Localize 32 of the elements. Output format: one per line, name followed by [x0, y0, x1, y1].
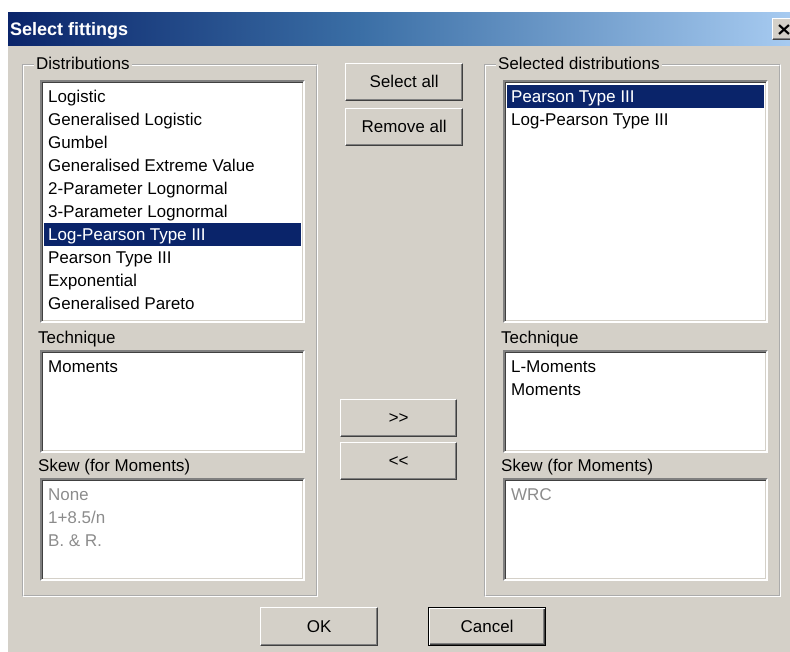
list-item[interactable]: Log-Pearson Type III [44, 223, 301, 246]
field-label: Technique [38, 328, 117, 348]
list-item[interactable]: 3-Parameter Lognormal [44, 200, 301, 223]
action-button[interactable]: << [340, 442, 457, 480]
field-label: Skew (for Moments) [38, 456, 192, 476]
list-box[interactable]: Logistic Generalised Logistic Gumbel Generalised Extreme Value 2-Parameter Lognormal 3-Parameter Lognormal Log-Pearson Type III Pearson Type III Exponential Generalised Pareto [40, 80, 305, 323]
action-button[interactable]: >> [340, 399, 457, 437]
list-item[interactable]: Log-Pearson Type III [507, 108, 764, 131]
close-icon [778, 24, 790, 34]
list-box[interactable]: L-Moments Moments [503, 350, 768, 453]
list-item[interactable]: Generalised Extreme Value [44, 154, 301, 177]
list-item[interactable]: Generalised Logistic [44, 108, 301, 131]
field-label: Skew (for Moments) [501, 456, 654, 476]
list-item[interactable]: Logistic [44, 85, 301, 108]
list-item[interactable]: Generalised Pareto [44, 292, 301, 315]
dialog-button[interactable]: Cancel [428, 607, 546, 646]
action-button[interactable]: Remove all [345, 108, 463, 146]
field-label: Technique [501, 328, 580, 348]
window-title: Select fittings [9, 18, 128, 40]
list-item[interactable]: L-Moments [507, 355, 764, 378]
list-item[interactable]: Exponential [44, 269, 301, 292]
list-item[interactable]: Moments [44, 355, 301, 378]
list-item[interactable]: Pearson Type III [44, 246, 301, 269]
list-item[interactable]: Moments [507, 378, 764, 401]
list-item[interactable]: Pearson Type III [507, 85, 764, 108]
dialog-button[interactable]: OK [260, 607, 378, 646]
list-box[interactable]: Moments [40, 350, 305, 453]
list-box[interactable]: Pearson Type III Log-Pearson Type III [503, 80, 768, 323]
list-item[interactable]: 2-Parameter Lognormal [44, 177, 301, 200]
close-button[interactable] [772, 18, 790, 40]
list-item[interactable]: Gumbel [44, 131, 301, 154]
action-button[interactable]: Select all [345, 63, 463, 101]
